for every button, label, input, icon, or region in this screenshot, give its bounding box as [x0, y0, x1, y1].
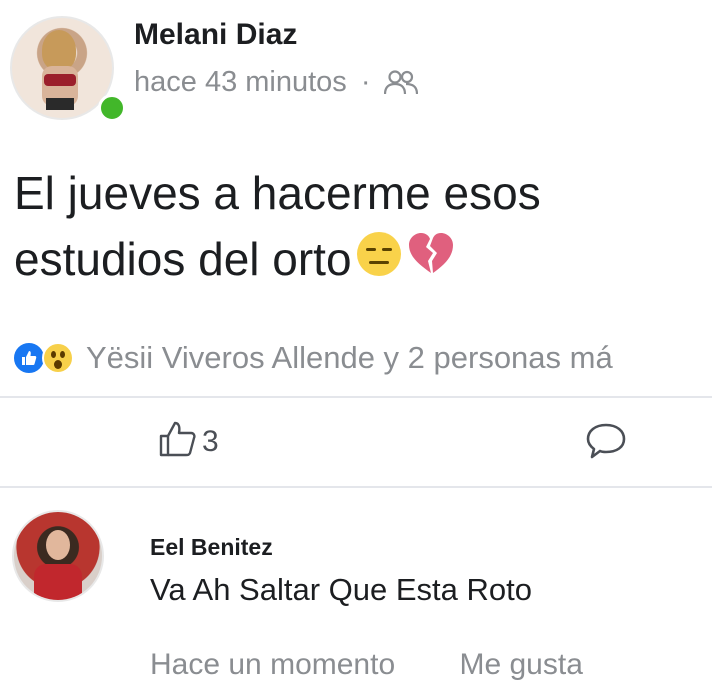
- broken-heart-emoji: [406, 229, 456, 296]
- like-reaction-icon: [12, 341, 46, 375]
- commenter-avatar[interactable]: [12, 510, 104, 602]
- thumbs-up-icon: [158, 420, 198, 463]
- like-button[interactable]: 3: [158, 420, 219, 463]
- post-actions-bar: 3: [0, 398, 712, 486]
- meta-separator: ·: [360, 66, 371, 98]
- post-timestamp[interactable]: hace 43 minutos: [134, 66, 347, 99]
- comment-text: Va Ah Saltar Que Esta Roto: [150, 572, 532, 607]
- comment-button[interactable]: [585, 422, 627, 465]
- like-count: 3: [202, 424, 219, 458]
- expressionless-emoji: [354, 229, 404, 296]
- comment-item: Eel Benitez Va Ah Saltar Que Esta Roto H…: [0, 500, 712, 681]
- post-meta: hace 43 minutos ·: [134, 66, 419, 99]
- reactions-text[interactable]: Yësii Viveros Allende y 2 personas má: [86, 340, 613, 376]
- wow-reaction-icon: [42, 342, 74, 374]
- divider: [0, 486, 712, 488]
- post-body: El jueves a hacerme esos estudios del or…: [14, 160, 704, 296]
- author-avatar-wrapper[interactable]: [10, 16, 126, 122]
- reactions-summary[interactable]: Yësii Viveros Allende y 2 personas má: [12, 336, 613, 380]
- comment-actions: Hace un momento Me gusta: [150, 648, 639, 682]
- commenter-name[interactable]: Eel Benitez: [150, 534, 273, 561]
- post-header: Melani Diaz hace 43 minutos ·: [0, 0, 712, 130]
- author-name[interactable]: Melani Diaz: [134, 18, 297, 52]
- online-status-dot: [98, 94, 126, 122]
- post-text: El jueves a hacerme esos estudios del or…: [14, 167, 541, 285]
- friends-icon[interactable]: [384, 69, 419, 97]
- comment-icon: [585, 423, 627, 464]
